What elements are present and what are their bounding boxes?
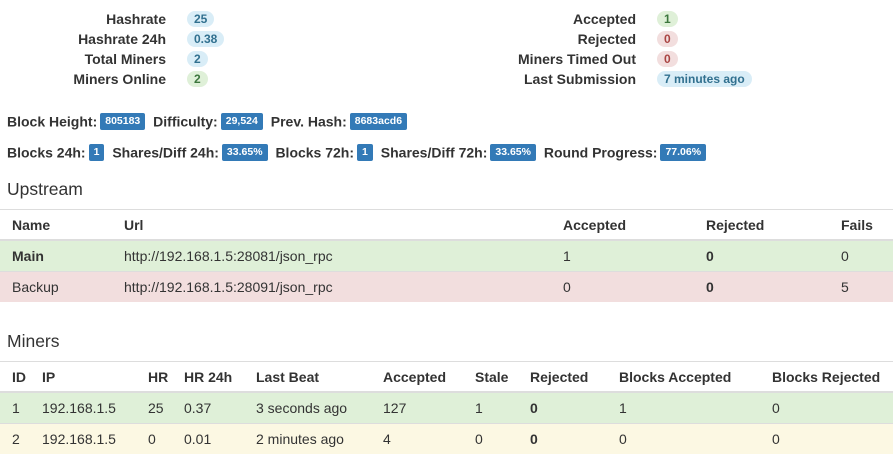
upstream-accepted: 0: [551, 271, 694, 302]
miners-table: ID IP HR HR 24h Last Beat Accepted Stale…: [0, 361, 893, 454]
col-header-accepted: Accepted: [371, 361, 463, 393]
miner-last-beat: 3 seconds ago: [244, 391, 371, 424]
stat-miners-online: Miners Online 2: [0, 69, 300, 89]
stat-hashrate-24h: Hashrate 24h 0.38: [0, 29, 300, 49]
stat-badge: 0: [657, 31, 678, 47]
miner-blocks-rejected: 0: [760, 423, 893, 454]
miner-ip: 192.168.1.5: [30, 423, 136, 454]
upstream-header-row: Name Url Accepted Rejected Fails: [0, 209, 893, 241]
upstream-url: http://192.168.1.5:28081/json_rpc: [112, 239, 551, 272]
round-progress-badge: 77.06%: [660, 143, 707, 161]
prev-hash-badge: 8683acd6: [349, 112, 408, 130]
upstream-heading: Upstream: [7, 179, 83, 199]
upstream-name: Main: [0, 239, 112, 272]
difficulty-label: Difficulty:: [153, 113, 218, 130]
miner-stale: 0: [463, 423, 518, 454]
miner-row: 1 192.168.1.5 25 0.37 3 seconds ago 127 …: [0, 391, 893, 424]
upstream-rejected: 0: [694, 271, 829, 302]
miner-row: 2 192.168.1.5 0 0.01 2 minutes ago 4 0 0…: [0, 423, 893, 454]
prev-hash-label: Prev. Hash:: [270, 113, 347, 130]
miner-hr-24h: 0.37: [172, 391, 244, 424]
col-header-hr: HR: [136, 361, 172, 393]
stat-badge: 2: [187, 51, 208, 67]
upstream-fails: 0: [829, 239, 893, 272]
upstream-name: Backup: [0, 271, 112, 302]
blocks-72h-badge: 1: [357, 143, 373, 161]
col-header-blocks-accepted: Blocks Accepted: [607, 361, 760, 393]
col-header-rejected: Rejected: [694, 209, 829, 241]
stat-label: Rejected: [577, 31, 636, 47]
stat-label: Total Miners: [84, 51, 166, 67]
miner-rejected: 0: [518, 391, 607, 424]
miner-accepted: 4: [371, 423, 463, 454]
upstream-rejected: 0: [694, 239, 829, 272]
stat-label: Hashrate: [106, 11, 166, 27]
upstream-fails: 5: [829, 271, 893, 302]
upstream-row-backup: Backup http://192.168.1.5:28091/json_rpc…: [0, 271, 893, 302]
stat-accepted: Accepted 1: [400, 9, 850, 29]
miner-hr: 0: [136, 423, 172, 454]
stat-label: Miners Timed Out: [518, 51, 636, 67]
miners-heading: Miners: [7, 331, 60, 351]
col-header-id: ID: [0, 361, 30, 393]
miners-header-row: ID IP HR HR 24h Last Beat Accepted Stale…: [0, 361, 893, 393]
col-header-rejected: Rejected: [518, 361, 607, 393]
col-header-name: Name: [0, 209, 112, 241]
miner-blocks-accepted: 1: [607, 391, 760, 424]
stat-label: Miners Online: [73, 71, 166, 87]
miner-rejected: 0: [518, 423, 607, 454]
block-height-badge: 805183: [100, 112, 146, 130]
stat-last-submission: Last Submission 7 minutes ago: [400, 69, 850, 89]
col-header-ip: IP: [30, 361, 136, 393]
col-header-url: Url: [112, 209, 551, 241]
miner-hr-24h: 0.01: [172, 423, 244, 454]
stat-badge: 25: [187, 11, 215, 27]
stat-badge: 7 minutes ago: [657, 71, 752, 87]
stat-badge: 2: [187, 71, 208, 87]
miner-last-beat: 2 minutes ago: [244, 423, 371, 454]
stats-panel: Hashrate 25 Hashrate 24h 0.38 Total Mine…: [0, 9, 893, 95]
col-header-accepted: Accepted: [551, 209, 694, 241]
miner-id: 2: [0, 423, 30, 454]
stat-miners-timed-out: Miners Timed Out 0: [400, 49, 850, 69]
col-header-fails: Fails: [829, 209, 893, 241]
miner-id: 1: [0, 391, 30, 424]
shares-diff-24h-label: Shares/Diff 24h:: [112, 144, 219, 161]
stat-badge: 1: [657, 11, 678, 27]
blocks-24h-badge: 1: [88, 143, 105, 161]
shares-diff-24h-badge: 33.65%: [221, 143, 268, 161]
col-header-stale: Stale: [463, 361, 518, 393]
upstream-row-main: Main http://192.168.1.5:28081/json_rpc 1…: [0, 239, 893, 272]
stat-label: Accepted: [572, 11, 636, 27]
stat-label: Hashrate 24h: [78, 31, 166, 47]
progress-info-line: Blocks 24h: 1 Shares/Diff 24h: 33.65% Bloc…: [7, 141, 710, 161]
stat-total-miners: Total Miners 2: [0, 49, 300, 69]
shares-diff-72h-label: Shares/Diff 72h:: [380, 144, 488, 161]
difficulty-badge: 29,524: [220, 112, 263, 130]
stat-hashrate: Hashrate 25: [0, 9, 300, 29]
upstream-url: http://192.168.1.5:28091/json_rpc: [112, 271, 551, 302]
shares-diff-72h-badge: 33.65%: [490, 143, 536, 161]
block-info-line: Block Height: 805183 Difficulty: 29,524 Pr…: [7, 110, 411, 130]
upstream-table: Name Url Accepted Rejected Fails Main ht…: [0, 209, 893, 302]
miner-hr: 25: [136, 391, 172, 424]
stat-badge: 0: [657, 51, 678, 67]
miner-accepted: 127: [371, 391, 463, 424]
blocks-72h-label: Blocks 72h:: [275, 144, 355, 161]
miner-blocks-rejected: 0: [760, 391, 893, 424]
miner-ip: 192.168.1.5: [30, 391, 136, 424]
col-header-last-beat: Last Beat: [244, 361, 371, 393]
col-header-blocks-rejected: Blocks Rejected: [760, 361, 893, 393]
stat-rejected: Rejected 0: [400, 29, 850, 49]
stat-label: Last Submission: [523, 71, 636, 87]
block-height-label: Block Height:: [7, 113, 98, 130]
blocks-24h-label: Blocks 24h:: [7, 144, 86, 161]
col-header-hr-24h: HR 24h: [172, 361, 244, 393]
miner-stale: 1: [463, 391, 518, 424]
stat-badge: 0.38: [187, 31, 225, 47]
miner-blocks-accepted: 0: [607, 423, 760, 454]
upstream-accepted: 1: [551, 239, 694, 272]
round-progress-label: Round Progress:: [543, 144, 658, 161]
